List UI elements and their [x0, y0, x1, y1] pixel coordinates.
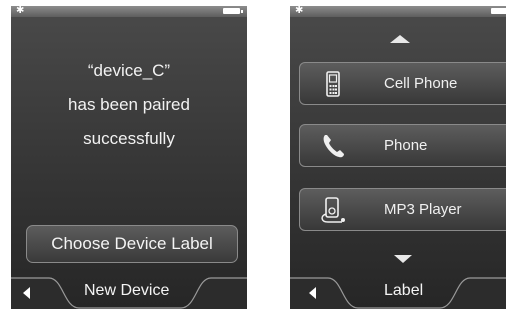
phone-label: Phone	[384, 137, 428, 154]
success-message-line: successfully	[83, 129, 175, 148]
back-arrow-icon[interactable]	[309, 287, 316, 299]
bottom-navigation-bar: Label	[290, 275, 506, 309]
bluetooth-icon: ✱	[16, 6, 25, 16]
cell-phone-icon	[326, 71, 340, 97]
scroll-up-arrow-icon[interactable]	[390, 35, 410, 43]
mp3-player-icon	[321, 197, 345, 223]
list-item-mp3-player[interactable]: MP3 Player	[299, 188, 506, 231]
mp3-player-label: MP3 Player	[384, 201, 462, 218]
status-bar: ✱	[290, 6, 506, 17]
bluetooth-icon: ✱	[295, 6, 304, 16]
bottom-navigation-bar: New Device	[11, 275, 247, 309]
cell-phone-label: Cell Phone	[384, 75, 458, 92]
list-item-cell-phone[interactable]: Cell Phone	[299, 62, 506, 105]
list-item-phone[interactable]: Phone	[299, 124, 506, 167]
screen-title: New Device	[84, 282, 170, 299]
phone-handset-icon	[323, 135, 344, 158]
back-arrow-icon[interactable]	[23, 287, 30, 299]
paired-message-line: has been paired	[68, 95, 190, 114]
battery-icon	[223, 8, 243, 14]
choose-device-label-text: Choose Device Label	[51, 234, 213, 253]
scroll-down-arrow-icon[interactable]	[394, 255, 412, 263]
battery-icon	[491, 8, 506, 14]
screen-title: Label	[384, 282, 424, 299]
status-bar: ✱	[11, 6, 247, 17]
device-name-text: “device_C”	[87, 61, 171, 80]
pairing-confirmation-screen: ✱ “device_C” has been paired successfull…	[11, 6, 247, 309]
label-selection-screen: ✱ Cell Phone Phone MP3 Player Label	[290, 6, 506, 309]
choose-device-label-button[interactable]: Choose Device Label	[26, 225, 238, 263]
